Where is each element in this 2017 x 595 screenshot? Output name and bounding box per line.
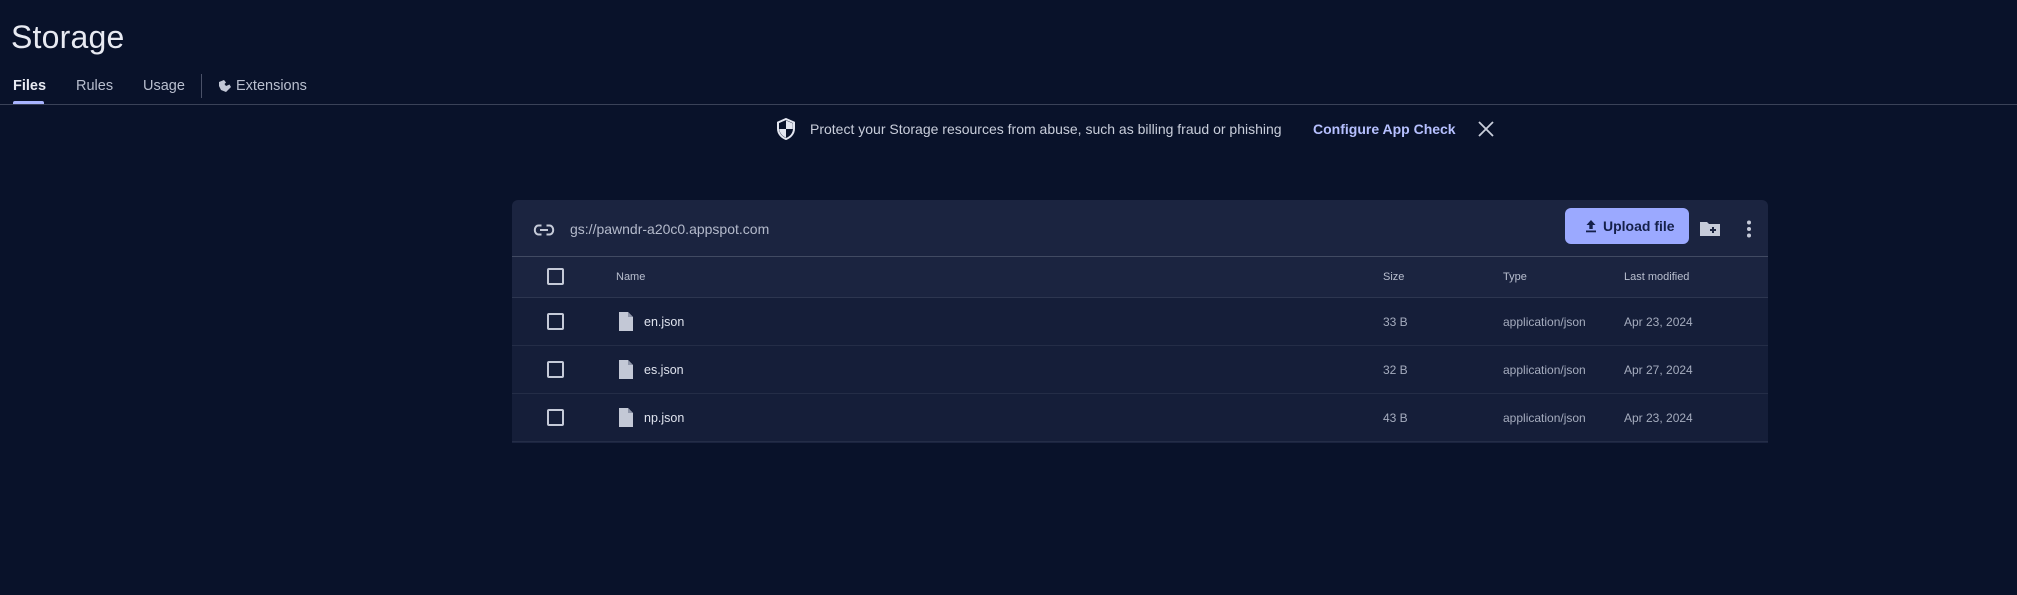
file-type: application/json <box>1503 363 1586 377</box>
table-row[interactable]: np.json 43 B application/json Apr 23, 20… <box>512 394 1768 442</box>
more-vert-icon[interactable] <box>1737 217 1761 241</box>
row-checkbox[interactable] <box>547 313 564 330</box>
file-type: application/json <box>1503 315 1586 329</box>
column-header-type[interactable]: Type <box>1503 270 1527 284</box>
shield-icon <box>777 118 795 140</box>
app-check-banner-message: Protect your Storage resources from abus… <box>810 121 1282 137</box>
file-icon <box>619 408 633 427</box>
column-header-size[interactable]: Size <box>1383 270 1404 284</box>
tab-rules[interactable]: Rules <box>76 76 113 96</box>
tab-usage[interactable]: Usage <box>143 76 185 96</box>
tab-divider <box>201 74 202 98</box>
table-row[interactable]: es.json 32 B application/json Apr 27, 20… <box>512 346 1768 394</box>
file-icon <box>619 360 633 379</box>
configure-app-check-link[interactable]: Configure App Check <box>1313 120 1456 138</box>
page-title: Storage <box>11 19 125 55</box>
file-last-modified: Apr 23, 2024 <box>1624 411 1693 425</box>
select-all-checkbox[interactable] <box>547 268 564 285</box>
column-header-last-modified[interactable]: Last modified <box>1624 270 1689 284</box>
column-header-name[interactable]: Name <box>616 270 645 284</box>
extensions-icon <box>219 80 231 92</box>
row-checkbox[interactable] <box>547 409 564 426</box>
upload-file-button[interactable]: Upload file <box>1565 208 1689 244</box>
close-icon[interactable] <box>1476 119 1496 139</box>
tab-extensions[interactable]: Extensions <box>217 76 307 96</box>
file-size: 32 B <box>1383 363 1408 377</box>
create-folder-icon[interactable] <box>1698 217 1722 241</box>
file-type: application/json <box>1503 411 1586 425</box>
file-browser-toolbar: gs://pawndr-a20c0.appspot.com Upload fil… <box>512 200 1768 257</box>
upload-file-label: Upload file <box>1603 218 1675 234</box>
file-last-modified: Apr 27, 2024 <box>1624 363 1693 377</box>
bucket-path[interactable]: gs://pawndr-a20c0.appspot.com <box>570 220 769 238</box>
tab-bar: Files Rules Usage Extensions <box>0 70 2017 105</box>
file-size: 33 B <box>1383 315 1408 329</box>
active-tab-indicator <box>13 101 44 104</box>
link-icon[interactable] <box>532 218 556 242</box>
tab-files[interactable]: Files <box>13 76 46 96</box>
file-size: 43 B <box>1383 411 1408 425</box>
table-header: Name Size Type Last modified <box>512 257 1768 298</box>
upload-icon <box>1586 220 1596 233</box>
file-icon <box>619 312 633 331</box>
table-row[interactable]: en.json 33 B application/json Apr 23, 20… <box>512 298 1768 346</box>
file-name[interactable]: np.json <box>644 410 684 426</box>
file-last-modified: Apr 23, 2024 <box>1624 315 1693 329</box>
tab-extensions-label: Extensions <box>236 78 307 94</box>
file-browser: gs://pawndr-a20c0.appspot.com Upload fil… <box>512 200 1768 443</box>
row-checkbox[interactable] <box>547 361 564 378</box>
file-name[interactable]: es.json <box>644 362 684 378</box>
file-name[interactable]: en.json <box>644 314 684 330</box>
